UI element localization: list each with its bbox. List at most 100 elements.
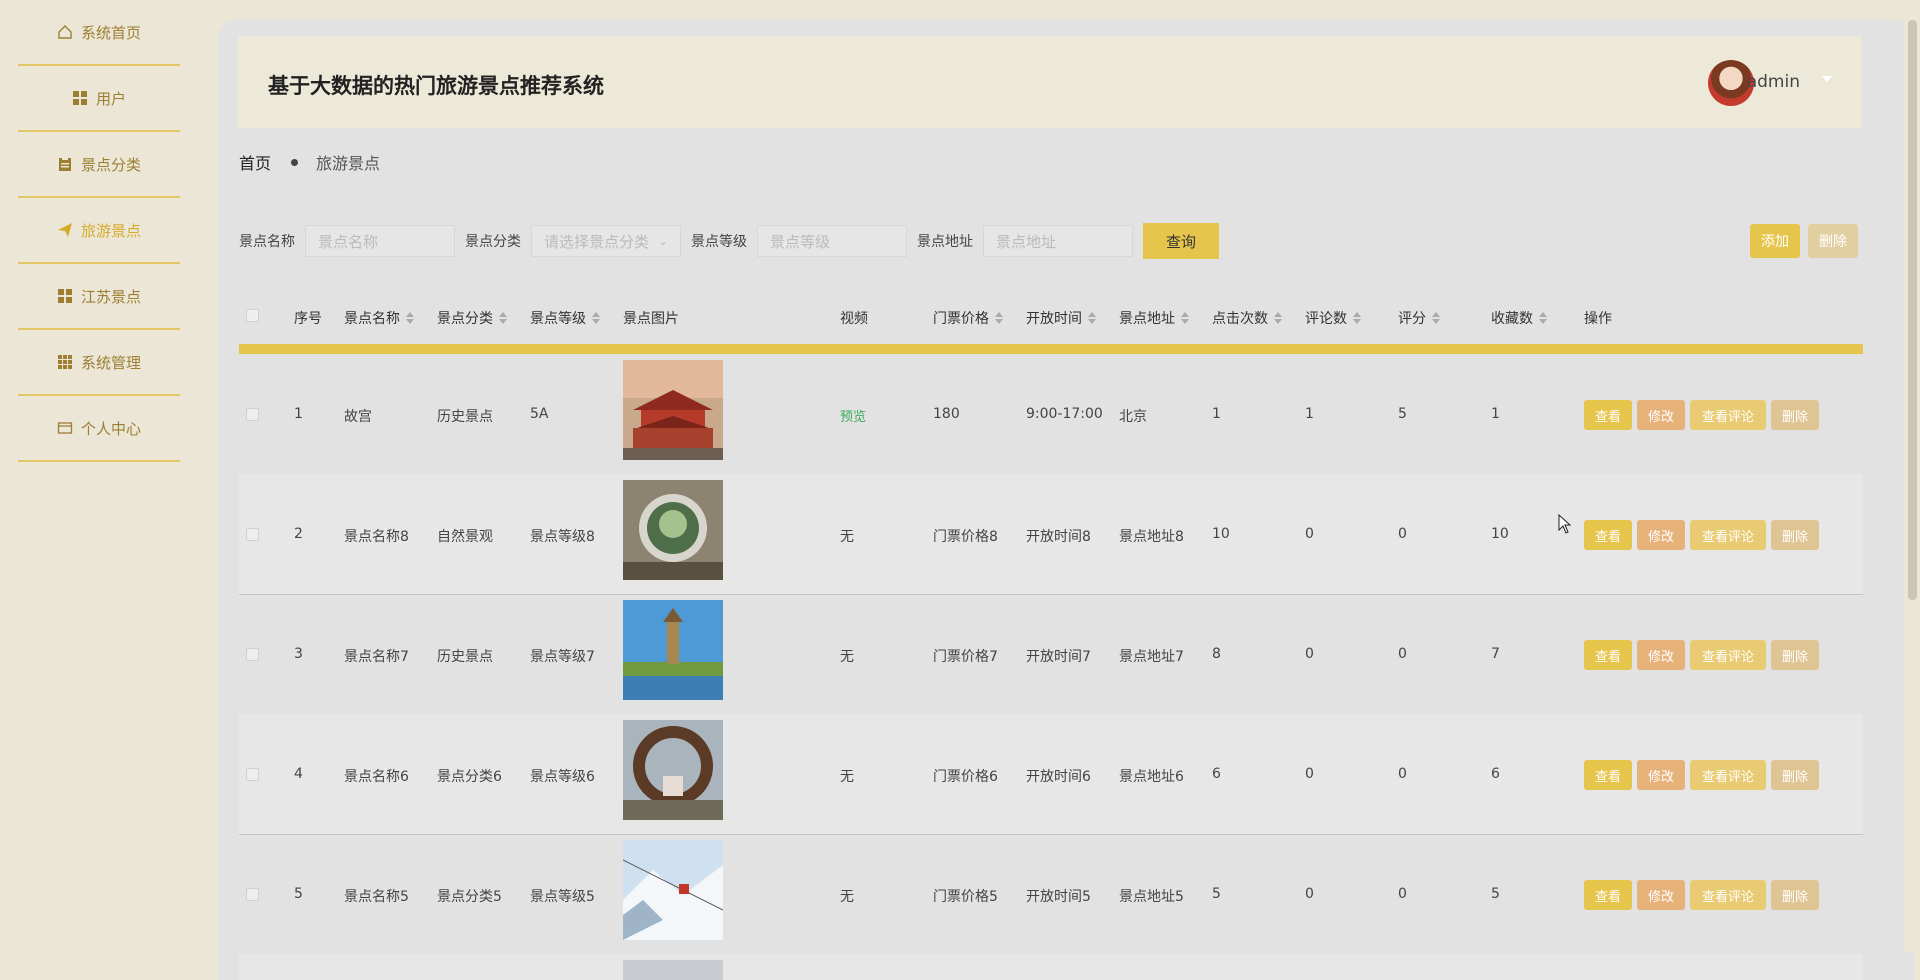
row-checkbox[interactable] [246,408,259,421]
th-video: 视频 [840,311,868,327]
view-button[interactable]: 查看 [1584,520,1632,550]
video-preview-link[interactable]: 预览 [840,406,866,425]
table-row [239,954,1863,980]
level-input[interactable]: 景点等级 [757,225,907,257]
edit-button[interactable]: 修改 [1637,880,1685,910]
cell-favorites: 5 [1491,886,1500,902]
th-label: 开放时间 [1026,311,1082,327]
add-button[interactable]: 添加 [1750,224,1800,258]
view-button[interactable]: 查看 [1584,640,1632,670]
view-comments-button[interactable]: 查看评论 [1690,880,1766,910]
edit-button[interactable]: 修改 [1637,760,1685,790]
sort-icon[interactable] [592,312,600,324]
sidebar-item-attractions[interactable]: 旅游景点 [18,198,180,264]
row-checkbox[interactable] [246,888,259,901]
th-address[interactable]: 景点地址 [1119,308,1189,328]
sidebar-item-categories[interactable]: 景点分类 [18,132,180,198]
th-price[interactable]: 门票价格 [933,308,1003,328]
view-comments-button[interactable]: 查看评论 [1690,520,1766,550]
sidebar-item-profile[interactable]: 个人中心 [18,396,180,462]
sidebar-item-label: 旅游景点 [80,221,141,240]
batch-delete-button[interactable]: 删除 [1808,224,1858,258]
edit-button[interactable]: 修改 [1637,640,1685,670]
delete-button[interactable]: 删除 [1771,400,1819,430]
th-comments[interactable]: 评论数 [1305,308,1361,328]
sort-icon[interactable] [995,312,1003,324]
delete-button[interactable]: 删除 [1771,760,1819,790]
attraction-image[interactable] [623,720,723,820]
cell-video: 无 [840,889,854,905]
row-checkbox[interactable] [246,768,259,781]
sort-icon[interactable] [1181,312,1189,324]
attraction-image[interactable] [623,360,723,460]
cell-address: 景点地址5 [1119,889,1184,905]
sidebar-item-users[interactable]: 用户 [18,66,180,132]
cell-category: 景点分类5 [437,889,502,905]
delete-button[interactable]: 删除 [1771,640,1819,670]
name-label: 景点名称 [239,234,295,250]
delete-button[interactable]: 删除 [1771,880,1819,910]
cell-level: 景点等级6 [530,769,595,785]
sort-icon[interactable] [499,312,507,324]
view-button[interactable]: 查看 [1584,760,1632,790]
th-clicks[interactable]: 点击次数 [1212,308,1282,328]
breadcrumb-current: 旅游景点 [316,154,381,173]
view-comments-button[interactable]: 查看评论 [1690,640,1766,670]
cell-comments: 0 [1305,886,1314,902]
th-rating[interactable]: 评分 [1398,308,1440,328]
cell-rating: 0 [1398,646,1407,662]
sidebar-item-label: 景点分类 [80,155,141,174]
th-name[interactable]: 景点名称 [344,308,414,328]
row-checkbox[interactable] [246,648,259,661]
edit-button[interactable]: 修改 [1637,520,1685,550]
sort-icon[interactable] [1432,312,1440,324]
header: 基于大数据的热门旅游景点推荐系统 admin [238,36,1862,128]
attraction-image[interactable] [623,960,723,980]
sort-icon[interactable] [1353,312,1361,324]
th-hours[interactable]: 开放时间 [1026,308,1096,328]
sidebar-item-jiangsu[interactable]: 江苏景点 [18,264,180,330]
sidebar-item-label: 系统管理 [80,353,141,372]
page-scrollbar[interactable] [1904,0,1920,952]
row-checkbox[interactable] [246,528,259,541]
cell-address: 北京 [1119,409,1147,425]
name-input[interactable]: 景点名称 [305,225,455,257]
th-favorites[interactable]: 收藏数 [1491,308,1547,328]
sort-icon[interactable] [1539,312,1547,324]
category-select[interactable]: 请选择景点分类 ⌄ [531,225,681,257]
th-category[interactable]: 景点分类 [437,308,507,328]
cell-category: 自然景观 [437,529,493,545]
username[interactable]: admin [1747,72,1800,92]
edit-button[interactable]: 修改 [1637,400,1685,430]
grid-icon [72,90,88,106]
address-input[interactable]: 景点地址 [983,225,1133,257]
sort-icon[interactable] [1088,312,1096,324]
view-comments-button[interactable]: 查看评论 [1690,400,1766,430]
sidebar-item-system[interactable]: 系统管理 [18,330,180,396]
attraction-image[interactable] [623,840,723,940]
cell-video: 无 [840,769,854,785]
chevron-down-icon[interactable] [1822,76,1832,82]
cell-comments: 0 [1305,526,1314,542]
breadcrumb-separator [291,158,299,166]
view-button[interactable]: 查看 [1584,400,1632,430]
cell-clicks: 6 [1212,766,1221,782]
attraction-image[interactable] [623,600,723,700]
home-icon [57,24,73,40]
table-row: 1 故宫 历史景点 5A 预览 180 9:00-17:00 北京 1 1 5 … [239,354,1863,475]
select-all-checkbox[interactable] [246,309,259,322]
th-label: 景点分类 [437,311,493,327]
view-comments-button[interactable]: 查看评论 [1690,760,1766,790]
cell-comments: 0 [1305,766,1314,782]
attraction-image[interactable] [623,480,723,580]
scrollbar-thumb[interactable] [1908,20,1917,600]
view-button[interactable]: 查看 [1584,880,1632,910]
sort-icon[interactable] [1274,312,1282,324]
delete-button[interactable]: 删除 [1771,520,1819,550]
sidebar-item-home[interactable]: 系统首页 [18,0,180,66]
cell-price: 门票价格8 [933,529,998,545]
breadcrumb-home[interactable]: 首页 [239,150,271,174]
sort-icon[interactable] [406,312,414,324]
query-button[interactable]: 查询 [1143,223,1219,259]
th-level[interactable]: 景点等级 [530,308,600,328]
